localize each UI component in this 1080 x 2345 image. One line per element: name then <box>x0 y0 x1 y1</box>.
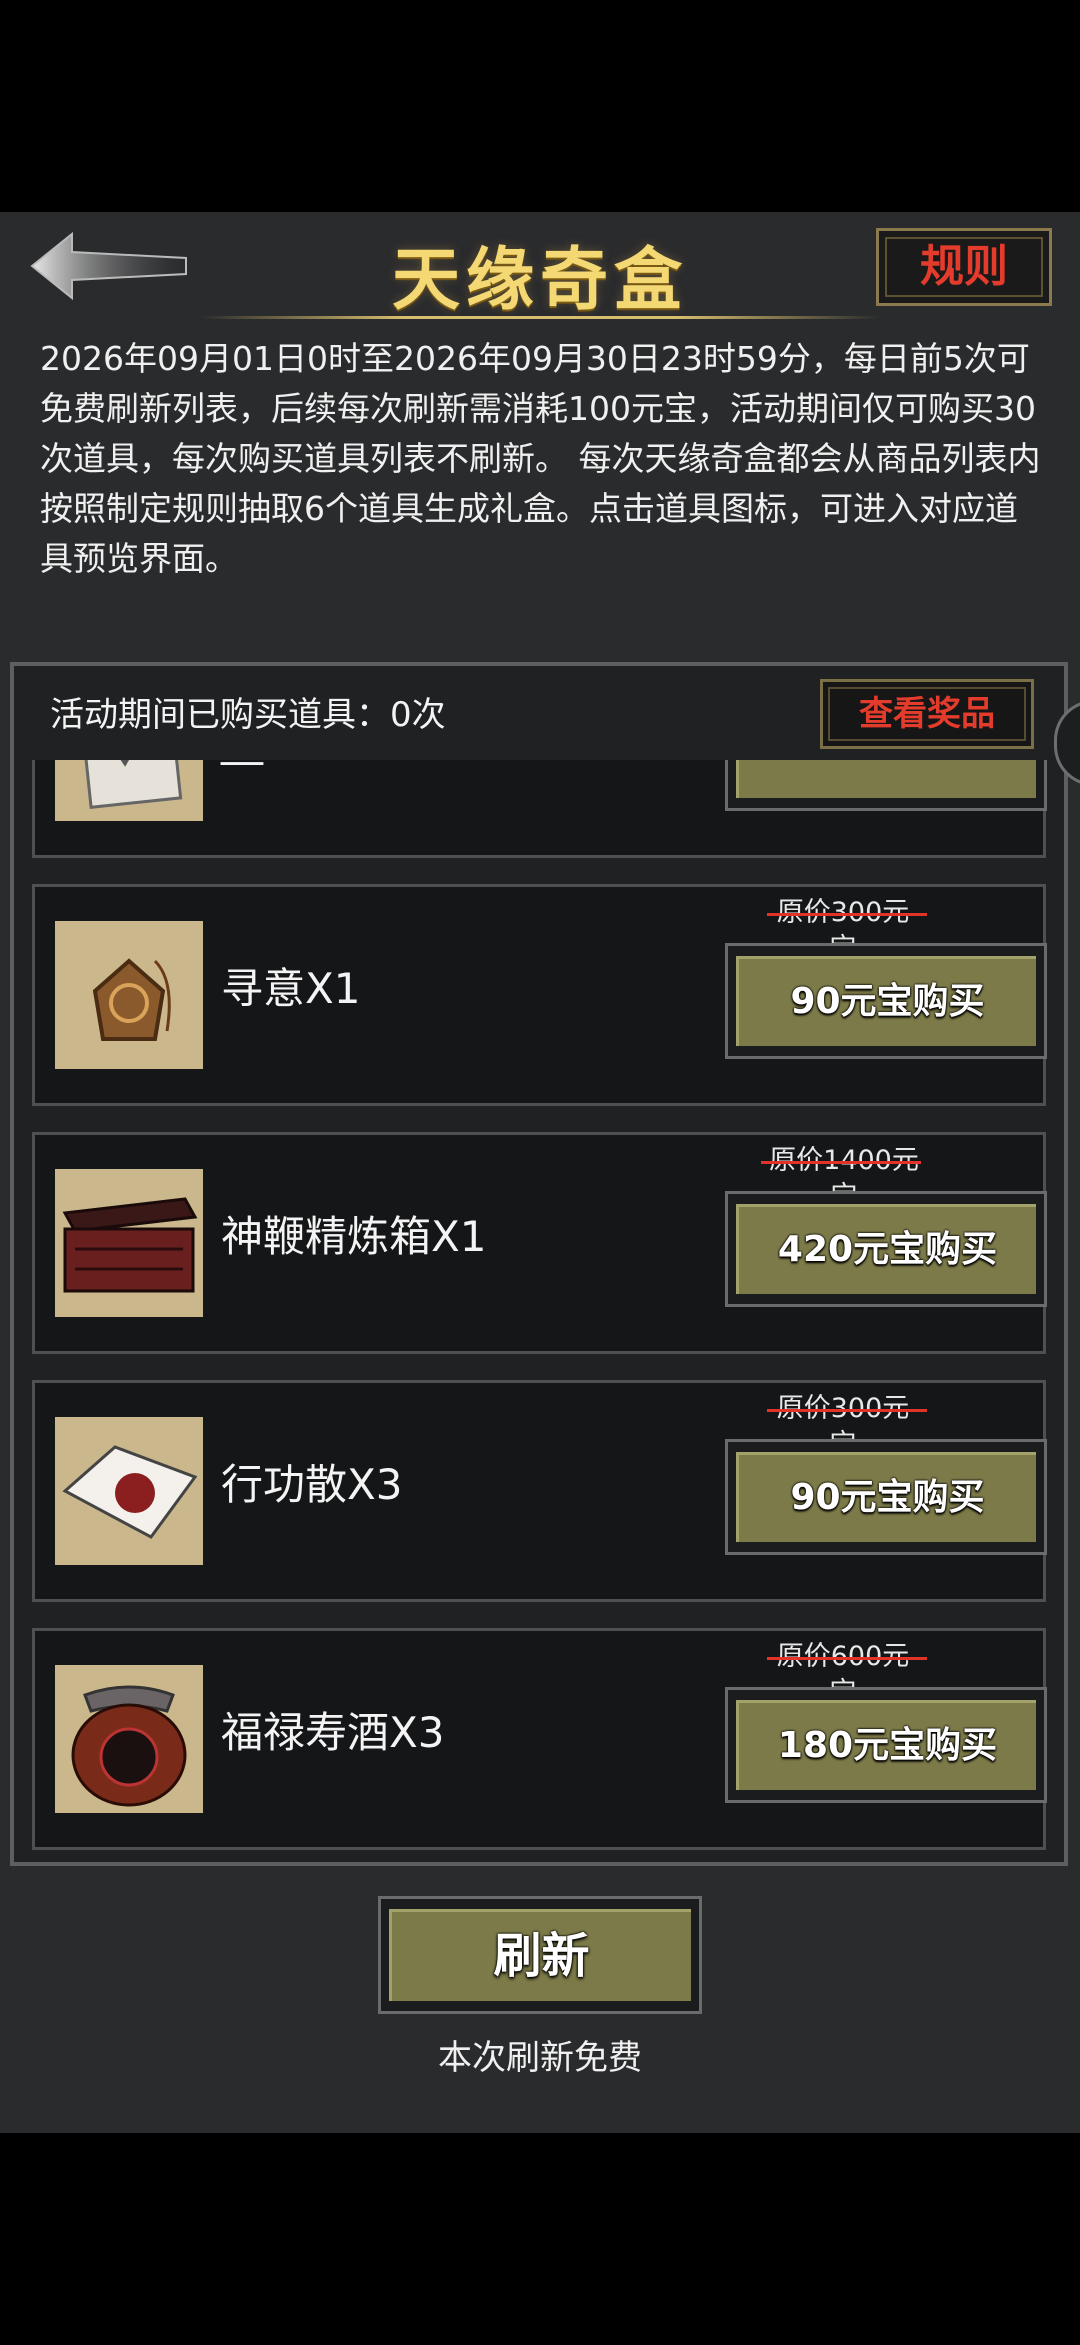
refresh-button[interactable]: 刷新 <box>378 1896 702 2014</box>
buy-button[interactable] <box>725 760 1047 811</box>
token-pendant-icon[interactable] <box>55 921 203 1069</box>
status-area <box>0 0 1080 212</box>
back-arrow-icon <box>30 231 187 301</box>
refresh-button-label: 刷新 <box>389 1909 691 2001</box>
refresh-cost-note: 本次刷新免费 <box>438 2038 642 2078</box>
list-item: __X1 <box>32 760 1047 858</box>
buy-button[interactable]: 90元宝购买 <box>725 1439 1047 1555</box>
list-item: 行功散X3 原价300元宝 90元宝购买 <box>32 1380 1047 1602</box>
list-item: 神鞭精炼箱X1 原价1400元宝 420元宝购买 <box>32 1132 1047 1354</box>
wine-jar-icon[interactable] <box>55 1665 203 1813</box>
buy-button[interactable]: 420元宝购买 <box>725 1191 1047 1307</box>
back-button[interactable] <box>28 228 188 304</box>
item-name: 寻意X1 <box>221 964 361 1013</box>
original-price: 原价300元宝 <box>767 1391 927 1460</box>
buy-button-label: 180元宝购买 <box>736 1700 1036 1790</box>
buy-button[interactable]: 90元宝购买 <box>725 943 1047 1059</box>
buy-button-label: 90元宝购买 <box>736 956 1036 1046</box>
item-name: 行功散X3 <box>221 1460 403 1509</box>
bottom-bar-area <box>0 2133 1080 2345</box>
original-price: 原价1400元宝 <box>761 1143 921 1212</box>
title-divider <box>200 316 880 319</box>
item-list[interactable]: __X1 寻意X1 原价300元宝 90元宝购买 <box>14 760 1066 1862</box>
item-name: 福禄寿酒X3 <box>221 1708 445 1757</box>
item-name: __X1 <box>221 760 319 771</box>
powder-packet-icon[interactable] <box>55 1417 203 1565</box>
rules-button[interactable]: 规则 <box>876 228 1052 306</box>
item-name: 神鞭精炼箱X1 <box>221 1212 487 1261</box>
page-title: 天缘奇盒 <box>391 240 688 320</box>
buy-button[interactable]: 180元宝购买 <box>725 1687 1047 1803</box>
event-description: 2026年09月01日0时至2026年09月30日23时59分，每日前5次可免费… <box>40 339 1041 578</box>
chest-icon[interactable] <box>55 1169 203 1317</box>
buy-button-label: 90元宝购买 <box>736 1452 1036 1542</box>
original-price: 原价300元宝 <box>767 895 927 964</box>
strikethrough-line <box>761 1161 921 1164</box>
list-item: 福禄寿酒X3 原价600元宝 180元宝购买 <box>32 1628 1047 1850</box>
strikethrough-line <box>767 1409 927 1412</box>
original-price: 原价600元宝 <box>767 1639 927 1708</box>
list-item: 寻意X1 原价300元宝 90元宝购买 <box>32 884 1047 1106</box>
strikethrough-line <box>767 1657 927 1660</box>
buy-button-label: 420元宝购买 <box>736 1204 1036 1294</box>
view-prizes-button[interactable]: 查看奖品 <box>820 679 1034 749</box>
purchased-count-label: 活动期间已购买道具：0次 <box>50 695 446 735</box>
scroll-icon[interactable] <box>55 760 203 821</box>
strikethrough-line <box>767 913 927 916</box>
